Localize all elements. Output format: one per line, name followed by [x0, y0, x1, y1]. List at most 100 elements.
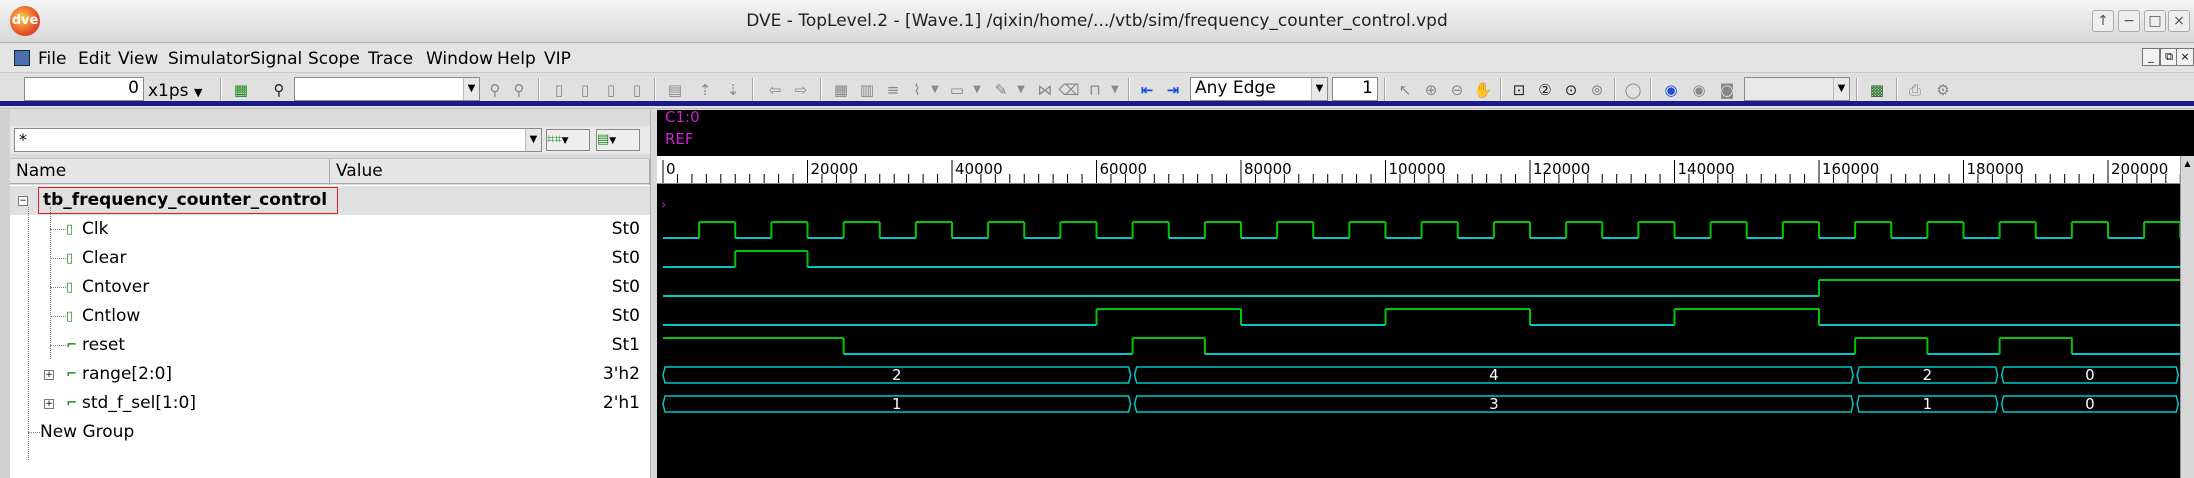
drivers-icon[interactable]: ▯ [600, 79, 622, 101]
edge-type-select[interactable]: Any Edge ▼ [1190, 77, 1328, 101]
zoom-region-icon[interactable]: ⊚ [1586, 79, 1608, 101]
signal-row-range[interactable]: + ⌐ range[2:0] 3'h2 [10, 360, 650, 389]
search-combo[interactable]: ▼ [294, 77, 480, 101]
window-minimize-button[interactable]: − [2118, 10, 2140, 32]
path-schematic-icon[interactable]: ▯ [574, 79, 596, 101]
signal-row-cntlow[interactable]: ▯ Cntlow St0 [10, 302, 650, 331]
signal-tree-icon[interactable]: ≡ [882, 79, 904, 101]
window-maximize-button[interactable]: □ [2144, 10, 2166, 32]
next-edge-icon[interactable]: ⇥ [1162, 79, 1184, 101]
bit-icon: ▯ [66, 280, 74, 295]
expand-icon[interactable]: + [44, 370, 54, 380]
find-prev-icon[interactable]: ⚲ [484, 79, 506, 101]
pointer-icon[interactable]: ↖ [1394, 79, 1416, 101]
pane-splitter[interactable] [650, 110, 657, 478]
expand-icon[interactable]: + [44, 399, 54, 409]
chevron-down-icon[interactable]: ▼ [1010, 79, 1032, 101]
memory-icon[interactable]: ▩ [1866, 79, 1888, 101]
go-start-icon[interactable]: ◉ [1660, 79, 1682, 101]
prev-edge-icon[interactable]: ⇤ [1136, 79, 1158, 101]
signal-name: Clk [82, 219, 109, 239]
menu-vip[interactable]: VIP [544, 49, 571, 69]
save-icon[interactable]: ▤ [664, 79, 686, 101]
menu-signal[interactable]: Signal [250, 49, 302, 69]
print-icon[interactable]: ⎙ [1904, 79, 1926, 101]
window-menu-icon[interactable] [14, 50, 30, 66]
group-icon[interactable]: ▥ [856, 79, 878, 101]
bookmark-select[interactable]: ▼ [1744, 77, 1850, 101]
panel-icon[interactable]: ▭ [946, 79, 968, 101]
zoom-in-icon[interactable]: ⊕ [1420, 79, 1442, 101]
time-input[interactable]: 0 [24, 77, 144, 101]
window-shade-button[interactable]: ↑ [2092, 10, 2114, 32]
time-unit-select[interactable]: x1ps ▼ [148, 81, 202, 101]
scroll-up-icon[interactable]: ▲ [2182, 158, 2193, 170]
zoom-out-icon[interactable]: ⊖ [1446, 79, 1468, 101]
bus-value-label: 0 [2085, 395, 2095, 413]
signal-row-reset[interactable]: ⌐ reset St1 [10, 331, 650, 360]
menu-scope[interactable]: Scope [308, 49, 360, 69]
bus-value-label: 0 [2085, 366, 2095, 384]
signal-row-cntover[interactable]: ▯ Cntover St0 [10, 273, 650, 302]
loads-icon[interactable]: ▯ [626, 79, 648, 101]
scope-row[interactable]: − tb_frequency_counter_control [10, 186, 650, 215]
chevron-down-icon[interactable]: ▼ [1104, 79, 1126, 101]
menu-file[interactable]: File [38, 49, 66, 69]
chevron-down-icon[interactable]: ▼ [966, 79, 988, 101]
filter-type-button[interactable]: ⌗⌗▼ [546, 129, 590, 151]
signal-scope-icon[interactable]: ▦ [230, 79, 252, 101]
time-ruler[interactable]: 0 20000 40000 60000 80000 100000 120000 140000 1… [657, 156, 2194, 184]
chevron-down-icon: ▼ [193, 86, 203, 99]
filter-scope-button[interactable]: ▤▼ [596, 129, 640, 151]
signal-row-clear[interactable]: ▯ Clear St0 [10, 244, 650, 273]
wire-icon: ⌐ [66, 338, 77, 353]
stop-icon[interactable]: ◯ [1622, 79, 1644, 101]
go-end-icon[interactable]: ◉ [1688, 79, 1710, 101]
marker-icon[interactable]: ✎ [990, 79, 1012, 101]
filter-table-icon: ▤ [597, 132, 610, 147]
mdi-minimize-button[interactable]: _ [2142, 48, 2160, 66]
bus-expand-icon[interactable]: ⋈ [1034, 79, 1056, 101]
zoom-fit-icon[interactable]: ⊡ [1508, 79, 1530, 101]
group-row[interactable]: New Group [10, 418, 650, 447]
column-name-header[interactable]: Name [10, 159, 330, 185]
zoom-2-icon[interactable]: ② [1534, 79, 1556, 101]
forward-arrow-icon[interactable]: ⇨ [790, 79, 812, 101]
menu-view[interactable]: View [118, 49, 158, 69]
collapse-icon[interactable]: − [18, 196, 28, 206]
menu-window[interactable]: Window [426, 49, 493, 69]
vertical-scrollbar[interactable]: ▲ [2180, 156, 2194, 478]
signal-row-clk[interactable]: ▯ Clk St0 [10, 215, 650, 244]
signal-row-std-f-sel[interactable]: + ⌐ std_f_sel[1:0] 2'h1 [10, 389, 650, 418]
menu-edit[interactable]: Edit [78, 49, 111, 69]
zoom-cursor-icon[interactable]: ⊙ [1560, 79, 1582, 101]
pan-hand-icon[interactable]: ✋ [1472, 79, 1494, 101]
column-value-header[interactable]: Value [330, 159, 650, 185]
tree-guide [28, 432, 40, 433]
download-icon[interactable]: ⇣ [722, 79, 744, 101]
find-next-icon[interactable]: ⚲ [508, 79, 530, 101]
menu-help[interactable]: Help [497, 49, 536, 69]
eraser-icon[interactable]: ⌫ [1058, 79, 1080, 101]
window-close-button[interactable]: × [2168, 10, 2190, 32]
signal-value: St1 [611, 335, 640, 355]
bookmark-icon[interactable]: ◙ [1716, 79, 1738, 101]
edge-count-input[interactable]: 1 [1332, 77, 1378, 101]
mdi-close-button[interactable]: × [2176, 48, 2194, 66]
chevron-down-icon[interactable]: ▼ [924, 79, 946, 101]
schematic-icon[interactable]: ▯ [548, 79, 570, 101]
menu-simulator[interactable]: Simulator [168, 49, 250, 69]
edge-icon[interactable]: ⊓ [1084, 79, 1106, 101]
back-arrow-icon[interactable]: ⇦ [764, 79, 786, 101]
upload-icon[interactable]: ⇡ [694, 79, 716, 101]
signal-value: St0 [611, 277, 640, 297]
bus-icon: ⌐ [66, 367, 77, 382]
tree-guide [50, 287, 66, 288]
bus-icon: ⌐ [66, 396, 77, 411]
grid-icon[interactable]: ▦ [830, 79, 852, 101]
tree-guide [50, 207, 51, 359]
binoculars-find-icon[interactable]: ⚲ [268, 79, 290, 101]
settings-gear-icon[interactable]: ⚙ [1932, 79, 1954, 101]
menu-trace[interactable]: Trace [368, 49, 413, 69]
signal-filter-input[interactable]: * ▼ [14, 128, 542, 152]
